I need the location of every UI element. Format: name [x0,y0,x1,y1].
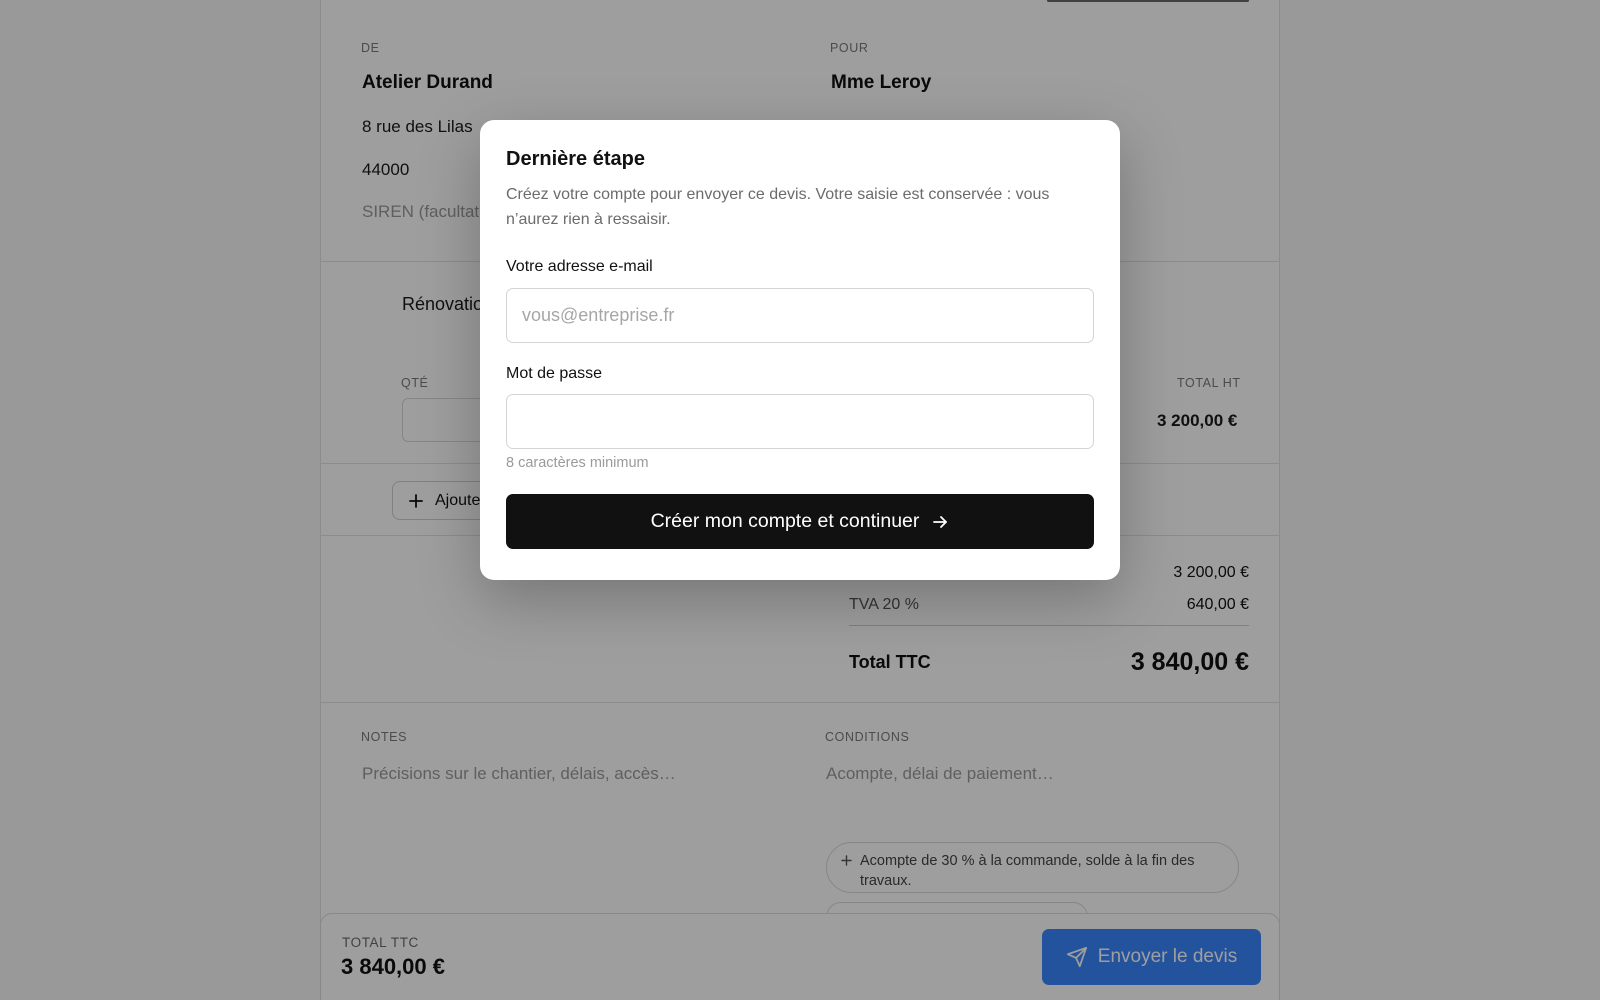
password-label: Mot de passe [506,365,603,382]
email-label: Votre adresse e-mail [506,258,653,275]
email-field[interactable] [506,288,1094,343]
modal-subtitle: Créez votre compte pour envoyer ce devis… [506,186,1050,228]
create-account-label: Créer mon compte et continuer [650,510,920,532]
arrow-right-icon [931,513,949,531]
password-hint: 8 caractères minimum [506,455,649,471]
modal-title: Dernière étape [506,148,645,170]
create-account-button[interactable]: Créer mon compte et continuer [506,494,1094,549]
signup-modal: Dernière étape Créez votre compte pour e… [480,120,1120,580]
password-field[interactable] [506,394,1094,449]
